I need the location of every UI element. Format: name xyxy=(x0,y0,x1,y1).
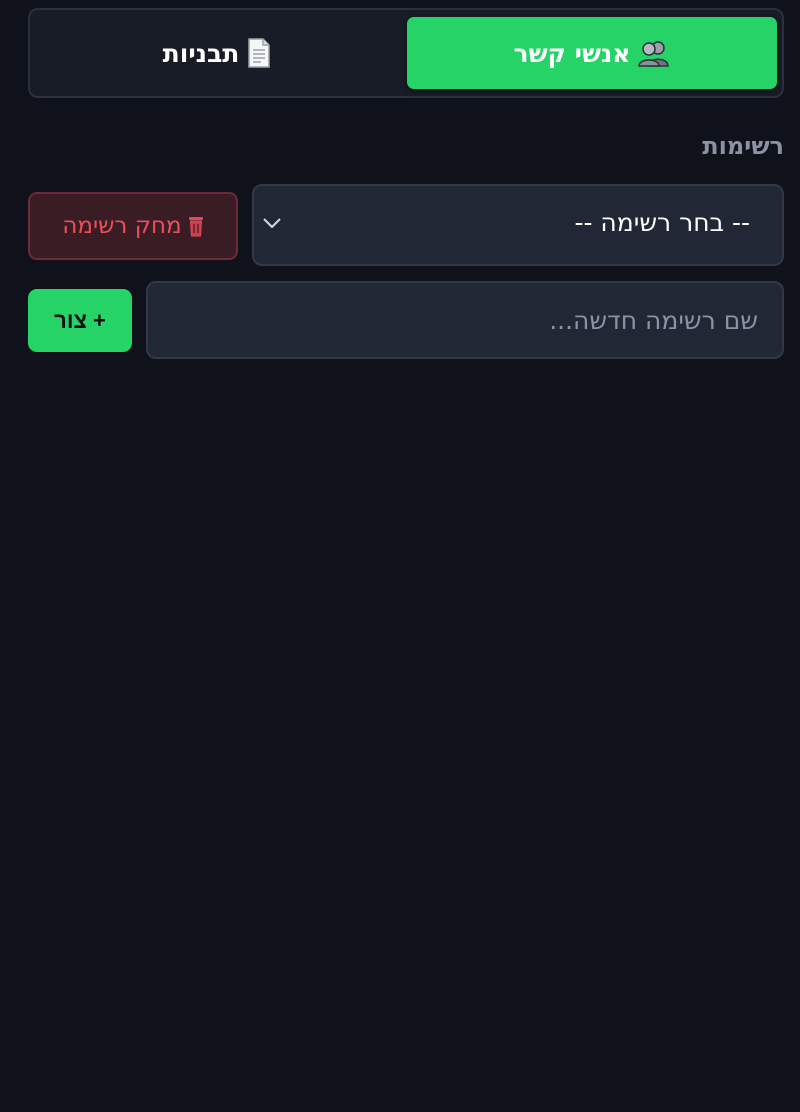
tab-bar: אנשי קשר תבניות xyxy=(28,8,784,98)
delete-list-button[interactable]: מחק רשימה xyxy=(28,192,238,260)
new-list-name-input[interactable] xyxy=(146,281,784,359)
trash-icon xyxy=(188,215,204,237)
document-icon xyxy=(247,38,271,68)
tab-contacts-label: אנשי קשר xyxy=(513,38,631,68)
delete-list-label: מחק רשימה xyxy=(62,213,182,239)
people-icon xyxy=(638,39,670,67)
chevron-down-icon xyxy=(262,215,282,234)
tab-contacts[interactable]: אנשי קשר xyxy=(407,17,777,89)
tab-templates[interactable]: תבניות xyxy=(34,17,400,89)
lists-section-label: רשימות xyxy=(702,132,784,160)
list-select[interactable]: -- בחר רשימה -- xyxy=(252,184,784,266)
tab-templates-label: תבניות xyxy=(162,38,240,68)
list-select-value: -- בחר רשימה -- xyxy=(574,208,750,237)
create-list-button[interactable]: + צור xyxy=(28,289,132,352)
